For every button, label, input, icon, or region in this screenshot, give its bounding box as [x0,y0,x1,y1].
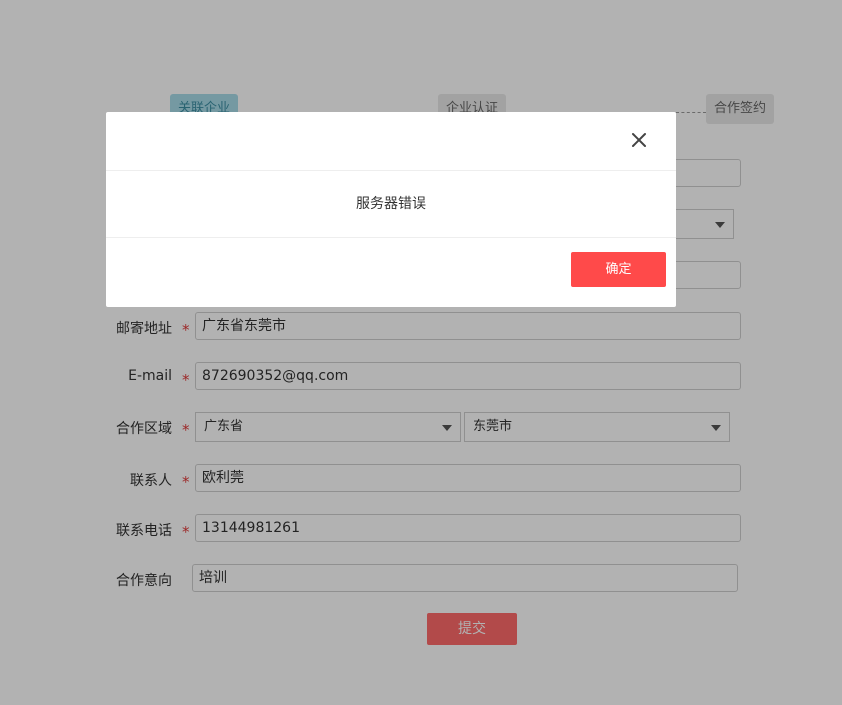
error-modal: 服务器错误 确定 [106,112,676,307]
registration-page: 关联企业 企业认证 合作签约 邮寄地址 * 广东省东莞市 E-mail * 87… [0,0,842,705]
modal-overlay[interactable] [0,0,842,705]
confirm-button[interactable]: 确定 [571,252,666,287]
modal-header [106,112,676,171]
close-icon[interactable] [628,129,650,151]
modal-message: 服务器错误 [106,171,676,238]
